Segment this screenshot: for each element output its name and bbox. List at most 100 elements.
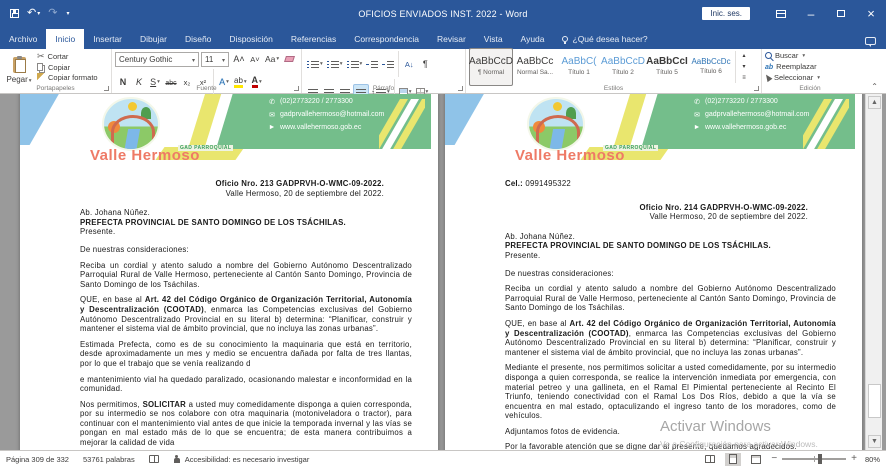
- letter-body[interactable]: Oficio Nro. 213 GADPRVH-O-WMC-09-2022.Va…: [20, 171, 438, 448]
- styles-scroll-down-button[interactable]: ▾: [738, 62, 750, 72]
- minimize-button[interactable]: [796, 0, 826, 27]
- font-dialog-launcher[interactable]: [294, 86, 299, 91]
- banner-stripes: [803, 99, 849, 149]
- word-count-status[interactable]: 53761 palabras: [83, 455, 135, 464]
- styles-more-button[interactable]: ≡: [738, 73, 750, 83]
- tab-vista[interactable]: Vista: [475, 29, 512, 49]
- numbering-button[interactable]: [325, 56, 345, 72]
- tab-diseno[interactable]: Diseño: [176, 29, 220, 49]
- ribbon-display-options-button[interactable]: [766, 0, 796, 27]
- sign-in-button[interactable]: Inic. ses.: [702, 7, 750, 20]
- format-painter-button[interactable]: Copiar formato: [35, 72, 100, 82]
- find-button[interactable]: Buscar: [765, 51, 820, 60]
- styles-scroll-up-button[interactable]: ▴: [738, 51, 750, 61]
- cut-icon: [37, 51, 45, 62]
- redo-button[interactable]: [48, 8, 57, 19]
- page-count-status[interactable]: Página 309 de 332: [6, 455, 69, 464]
- tab-revisar[interactable]: Revisar: [428, 29, 475, 49]
- tab-insertar[interactable]: Insertar: [84, 29, 131, 49]
- sort-button[interactable]: [401, 56, 417, 72]
- read-mode-icon: [705, 455, 715, 463]
- scroll-up-button[interactable]: ▲: [868, 96, 881, 109]
- decrease-indent-button[interactable]: [364, 56, 380, 72]
- zoom-slider-thumb[interactable]: [818, 454, 822, 464]
- group-label-clipboard: Portapapeles: [0, 85, 111, 92]
- tab-archivo[interactable]: Archivo: [0, 29, 46, 49]
- paste-button[interactable]: Pegar: [3, 51, 35, 89]
- letter-paragraph: Oficio Nro. 213 GADPRVH-O-WMC-09-2022.Va…: [80, 179, 412, 198]
- shrink-font-icon: [250, 55, 259, 64]
- page-right[interactable]: RUC : 1760012060001 ✆(02)2773220 / 27733…: [445, 94, 862, 450]
- style-titulo-2[interactable]: AaBbCcD Título 2: [601, 48, 645, 86]
- email-text: gadprvallehermoso@hotmail.com: [705, 111, 809, 118]
- brand-subtitle: GAD PARROQUIAL: [603, 145, 658, 151]
- style-normal-sa[interactable]: AaBbCc Normal Sa...: [513, 48, 557, 86]
- customize-qat-button[interactable]: [65, 11, 69, 17]
- paste-label: Pegar: [6, 75, 31, 84]
- read-mode-button[interactable]: [702, 453, 718, 466]
- vertical-scrollbar[interactable]: ▲ ▼: [865, 94, 882, 450]
- tab-dibujar[interactable]: Dibujar: [131, 29, 176, 49]
- zoom-in-button[interactable]: +: [851, 454, 857, 464]
- zoom-out-button[interactable]: −: [771, 454, 777, 464]
- tell-me-box[interactable]: ¿Qué desea hacer?: [554, 34, 656, 49]
- document-canvas[interactable]: RUC : 1760012060001 ✆(02)2773220 / 27733…: [0, 94, 886, 450]
- print-layout-button[interactable]: [725, 453, 741, 466]
- clipboard-dialog-launcher[interactable]: [104, 86, 109, 91]
- zoom-level[interactable]: 80%: [862, 455, 880, 464]
- web-layout-icon: [751, 455, 761, 464]
- email-icon: ✉: [693, 111, 701, 119]
- change-case-button[interactable]: [263, 51, 281, 67]
- titlebar-right: Inic. ses.: [702, 0, 886, 27]
- tab-correspondencia[interactable]: Correspondencia: [345, 29, 428, 49]
- titlebar: OFICIOS ENVIADOS INST. 2022 - Word Inic.…: [0, 0, 886, 27]
- style-normal[interactable]: AaBbCcD ¶ Normal: [469, 48, 513, 86]
- tab-disposicion[interactable]: Disposición: [220, 29, 281, 49]
- styles-dialog-launcher[interactable]: [754, 86, 759, 91]
- paragraph-dialog-launcher[interactable]: [458, 86, 463, 91]
- letter-paragraph: Adjuntamos fotos de evidencia.: [505, 427, 836, 437]
- font-family-combo[interactable]: Century Gothic: [115, 52, 199, 67]
- group-clipboard: Pegar Cortar Copiar Copiar formato Porta…: [0, 49, 112, 93]
- letter-paragraph: Oficio Nro. 214 GADPRVH-O-WMC-09-2022.Va…: [505, 203, 836, 222]
- tab-inicio[interactable]: Inicio: [46, 29, 84, 49]
- tab-ayuda[interactable]: Ayuda: [512, 29, 554, 49]
- copy-button[interactable]: Copiar: [35, 62, 100, 72]
- web-layout-button[interactable]: [748, 453, 764, 466]
- select-button[interactable]: Seleccionar: [765, 73, 820, 82]
- grow-font-icon: [233, 54, 244, 64]
- replace-button[interactable]: Reemplazar: [765, 62, 820, 71]
- letter-body[interactable]: Cel.: 0991495322Oficio Nro. 214 GADPRVH-…: [445, 171, 862, 450]
- show-marks-button[interactable]: [417, 56, 433, 72]
- font-size-combo[interactable]: 11: [201, 52, 229, 67]
- collapse-ribbon-button[interactable]: ⌃: [863, 80, 886, 93]
- bullets-button[interactable]: [305, 56, 325, 72]
- scroll-down-button[interactable]: ▼: [868, 435, 881, 448]
- increase-indent-button[interactable]: [380, 56, 396, 72]
- format-painter-icon: [37, 73, 45, 81]
- multilevel-list-button[interactable]: [345, 56, 365, 72]
- close-icon: [867, 6, 875, 21]
- close-button[interactable]: [856, 0, 886, 27]
- save-button[interactable]: [10, 9, 19, 18]
- letterhead-contact-banner: RUC : 1760012060001 ✆(02)2773220 / 27733…: [216, 94, 431, 149]
- proofing-icon[interactable]: [149, 455, 159, 463]
- accessibility-status[interactable]: Accesibilidad: es necesario investigar: [173, 455, 310, 464]
- style-titulo-6[interactable]: AaBbCcDc Título 6: [689, 48, 733, 86]
- paste-icon: [13, 57, 26, 73]
- page-left[interactable]: RUC : 1760012060001 ✆(02)2773220 / 27733…: [20, 94, 438, 450]
- clear-formatting-button[interactable]: [281, 51, 297, 67]
- phone-icon: ✆: [268, 98, 276, 106]
- feedback-icon[interactable]: [865, 37, 876, 45]
- zoom-slider[interactable]: [782, 458, 846, 460]
- undo-button[interactable]: [27, 8, 40, 19]
- style-titulo-1[interactable]: AaBbC( Título 1: [557, 48, 601, 86]
- restore-button[interactable]: [826, 0, 856, 27]
- cut-button[interactable]: Cortar: [35, 51, 100, 62]
- style-titulo-5[interactable]: AaBbCcI Título 5: [645, 48, 689, 86]
- scrollbar-thumb[interactable]: [868, 384, 881, 418]
- letter-paragraph: Por la favorable atención que se digne d…: [505, 442, 836, 450]
- tab-referencias[interactable]: Referencias: [282, 29, 345, 49]
- grow-font-button[interactable]: [231, 51, 247, 67]
- shrink-font-button[interactable]: [247, 51, 263, 67]
